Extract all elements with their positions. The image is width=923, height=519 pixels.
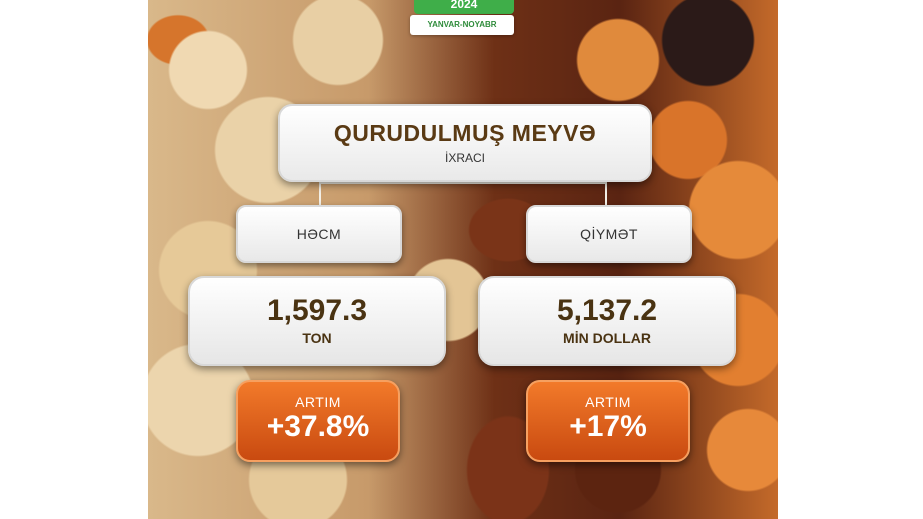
price-growth-value: +17% [569, 410, 647, 443]
connector-line [319, 182, 321, 205]
title-card: QURUDULMUŞ MEYVƏ İXRACI [278, 104, 652, 182]
infographic-poster: 2024 YANVAR-NOYABR QURUDULMUŞ MEYVƏ İXRA… [148, 0, 778, 519]
volume-value: 1,597.3 [266, 294, 368, 327]
price-label-card: QİYMƏT [526, 205, 692, 263]
period-badge: YANVAR-NOYABR [410, 15, 514, 35]
volume-growth-value: +37.8% [266, 410, 370, 443]
volume-label-card: HƏCM [236, 205, 402, 263]
price-growth-label: ARTIM [585, 394, 631, 410]
volume-value-card: 1,597.3 TON [188, 276, 446, 366]
price-growth-card: ARTIM +17% [526, 380, 690, 462]
year-badge: 2024 [414, 0, 514, 14]
volume-unit: TON [302, 330, 332, 346]
page-title: QURUDULMUŞ MEYVƏ [333, 120, 597, 146]
price-unit: MİN DOLLAR [563, 330, 651, 346]
connector-line [319, 182, 607, 184]
connector-line [605, 182, 607, 205]
volume-growth-card: ARTIM +37.8% [236, 380, 400, 462]
price-value-card: 5,137.2 MİN DOLLAR [478, 276, 736, 366]
price-value: 5,137.2 [556, 294, 658, 327]
volume-growth-label: ARTIM [295, 394, 341, 410]
page-subtitle: İXRACI [444, 151, 485, 165]
